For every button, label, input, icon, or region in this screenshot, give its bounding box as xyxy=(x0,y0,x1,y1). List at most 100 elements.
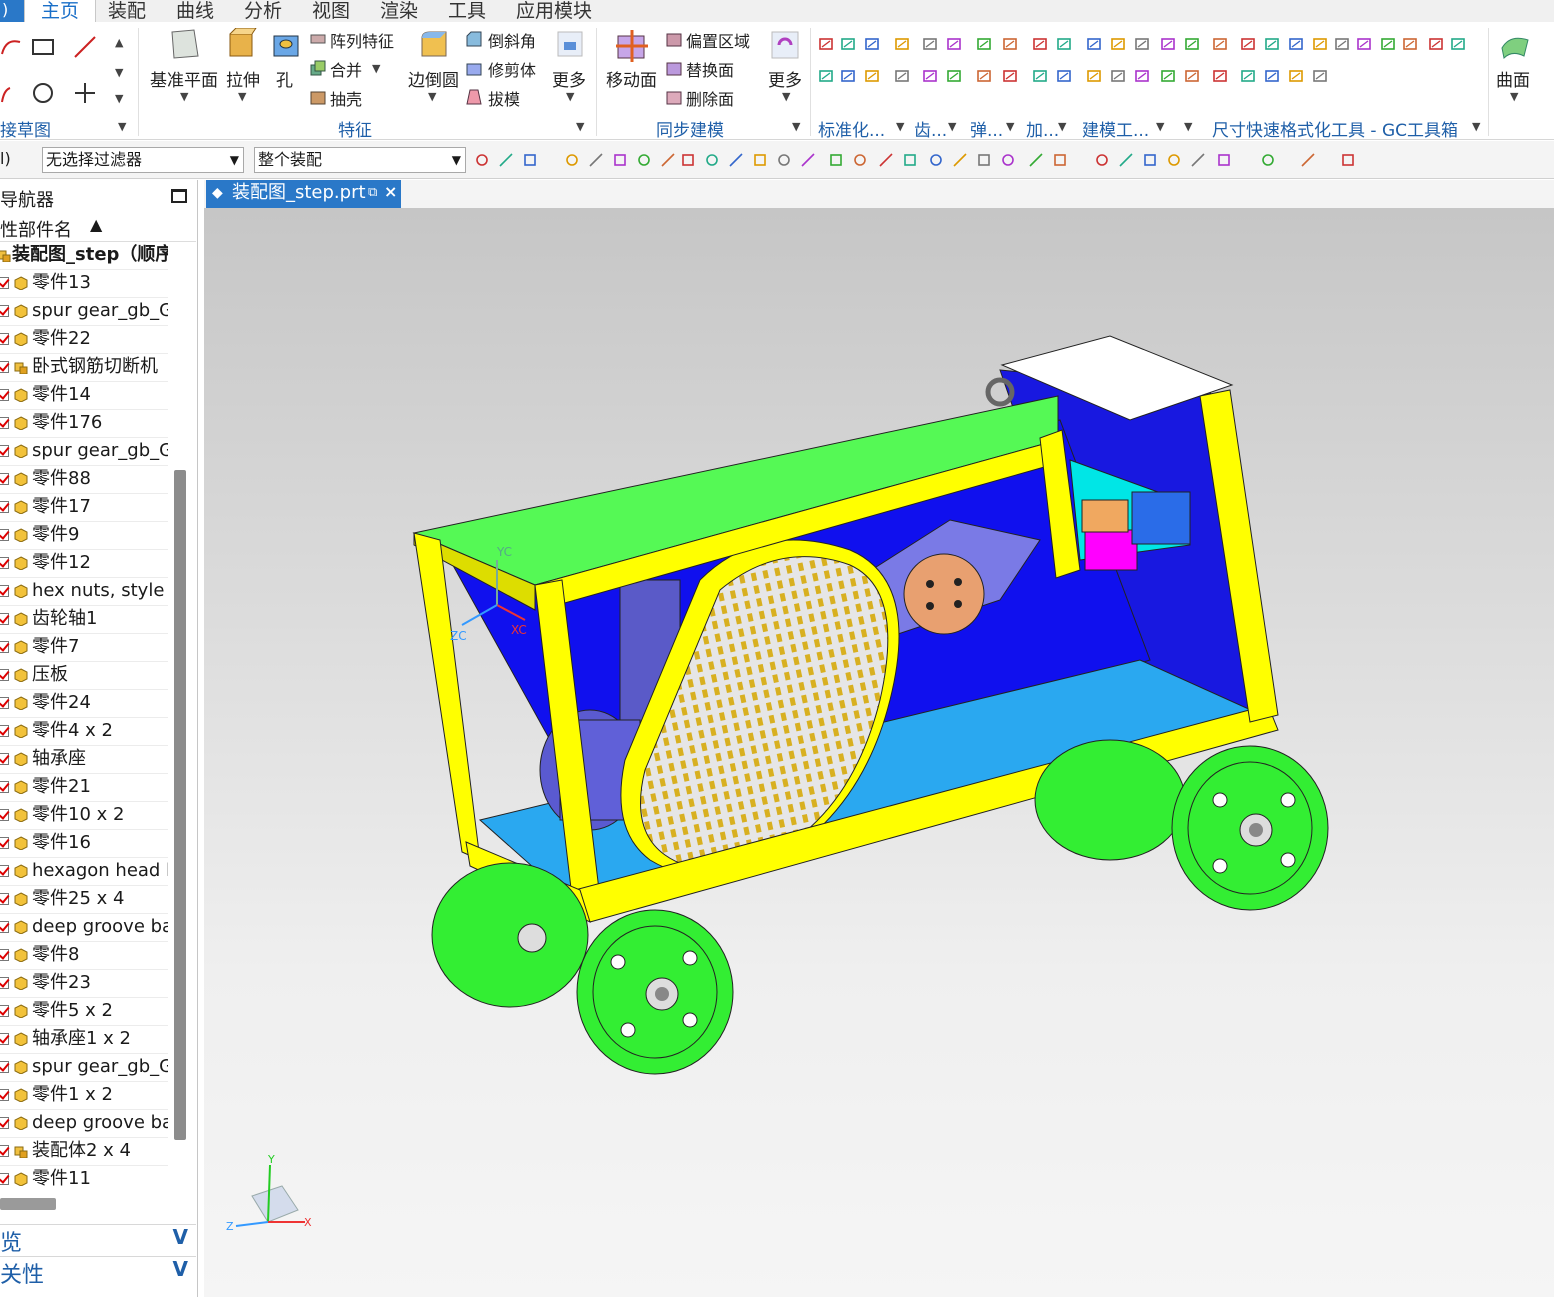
menu-applications[interactable]: 应用模块 xyxy=(516,0,592,22)
visibility-checkbox[interactable] xyxy=(0,893,9,905)
snap-point-icon[interactable] xyxy=(1190,152,1206,168)
visibility-checkbox[interactable] xyxy=(0,389,9,401)
snap-point-icon[interactable] xyxy=(1260,152,1276,168)
gc-tool-icon[interactable] xyxy=(1160,36,1176,52)
arc-icon[interactable] xyxy=(0,34,26,60)
snap-point-icon[interactable] xyxy=(1094,152,1110,168)
dropdown-icon[interactable]: ▼ xyxy=(428,90,436,103)
visibility-checkbox[interactable] xyxy=(0,725,9,737)
tree-row[interactable]: spur gear_gb_G xyxy=(0,298,168,326)
visibility-checkbox[interactable] xyxy=(0,669,9,681)
gc-tool-icon[interactable] xyxy=(1312,36,1328,52)
group-dropdown-icon[interactable]: ▼ xyxy=(1156,120,1164,133)
menu-assembly[interactable]: 装配 xyxy=(108,0,146,22)
gc-tool-icon[interactable] xyxy=(1160,68,1176,84)
arc2-icon[interactable] xyxy=(0,80,26,106)
dependencies-section[interactable]: 关性 V xyxy=(0,1256,196,1288)
gc-tool-icon[interactable] xyxy=(1032,36,1048,52)
unite-button[interactable]: 合并 xyxy=(330,57,362,81)
visibility-checkbox[interactable] xyxy=(0,837,9,849)
visibility-checkbox[interactable] xyxy=(0,1173,9,1185)
visibility-checkbox[interactable] xyxy=(0,1145,9,1157)
hole-button[interactable]: 孔 xyxy=(276,66,293,91)
chevron-down-icon[interactable]: V xyxy=(173,1225,188,1249)
tree-root[interactable]: 装配图_step（顺序 xyxy=(0,242,168,270)
gc-tool-icon[interactable] xyxy=(1212,36,1228,52)
snap-point-icon[interactable] xyxy=(1000,152,1016,168)
snap-point-icon[interactable] xyxy=(852,152,868,168)
snap-point-icon[interactable] xyxy=(1142,152,1158,168)
tree-row[interactable]: hexagon head b xyxy=(0,858,168,886)
tree-row[interactable]: 零件10 x 2 xyxy=(0,802,168,830)
close-icon[interactable]: × xyxy=(384,179,397,205)
more-sync-icon[interactable] xyxy=(770,30,800,60)
gc-tool-icon[interactable] xyxy=(1002,68,1018,84)
visibility-checkbox[interactable] xyxy=(0,417,9,429)
dropdown-icon[interactable]: ▼ xyxy=(238,90,246,103)
dropdown-icon[interactable]: ▼ xyxy=(115,66,123,79)
tree-row[interactable]: 装配体2 x 4 xyxy=(0,1138,168,1166)
point-icon[interactable] xyxy=(72,80,98,106)
gc-tool-icon[interactable] xyxy=(922,68,938,84)
pattern-feature-button[interactable]: 阵列特征 xyxy=(330,28,394,52)
snap-point-icon[interactable] xyxy=(588,152,604,168)
vertical-scrollbar[interactable] xyxy=(174,470,186,1140)
visibility-checkbox[interactable] xyxy=(0,333,9,345)
visibility-checkbox[interactable] xyxy=(0,781,9,793)
gc-tool-icon[interactable] xyxy=(1312,68,1328,84)
visibility-checkbox[interactable] xyxy=(0,753,9,765)
gc-tool-icon[interactable] xyxy=(894,68,910,84)
dropdown-icon[interactable]: ▼ xyxy=(180,90,188,103)
snap-point-icon[interactable] xyxy=(564,152,580,168)
tree-row[interactable]: 零件12 xyxy=(0,550,168,578)
gc-tool-icon[interactable] xyxy=(840,36,856,52)
visibility-checkbox[interactable] xyxy=(0,1061,9,1073)
gc-tool-icon[interactable] xyxy=(1184,68,1200,84)
surface-icon[interactable] xyxy=(1500,30,1530,60)
tree-row[interactable]: 零件11 xyxy=(0,1166,168,1192)
snap-point-icon[interactable] xyxy=(928,152,944,168)
menu-render[interactable]: 渲染 xyxy=(380,0,418,22)
chevron-down-icon[interactable]: V xyxy=(173,1257,188,1281)
gc-tool-icon[interactable] xyxy=(922,36,938,52)
gc-tool-icon[interactable] xyxy=(1428,36,1444,52)
snap-point-icon[interactable] xyxy=(474,152,490,168)
visibility-checkbox[interactable] xyxy=(0,921,9,933)
gc-tool-icon[interactable] xyxy=(1402,36,1418,52)
visibility-checkbox[interactable] xyxy=(0,697,9,709)
group-dropdown-icon[interactable]: ▼ xyxy=(948,120,956,133)
visibility-checkbox[interactable] xyxy=(0,473,9,485)
gc-tool-icon[interactable] xyxy=(1086,68,1102,84)
gc-tool-icon[interactable] xyxy=(1110,36,1126,52)
visibility-checkbox[interactable] xyxy=(0,949,9,961)
gc-tool-icon[interactable] xyxy=(864,36,880,52)
snap-point-icon[interactable] xyxy=(752,152,768,168)
group-dropdown-icon[interactable]: ▼ xyxy=(1472,120,1480,133)
tree-row[interactable]: 零件21 xyxy=(0,774,168,802)
snap-point-icon[interactable] xyxy=(1216,152,1232,168)
visibility-checkbox[interactable] xyxy=(0,585,9,597)
rectangle-icon[interactable] xyxy=(30,34,56,60)
snap-point-icon[interactable] xyxy=(800,152,816,168)
tree-row[interactable]: 零件23 xyxy=(0,970,168,998)
datum-plane-icon[interactable] xyxy=(170,28,200,60)
snap-point-icon[interactable] xyxy=(636,152,652,168)
tree-row[interactable]: 零件176 xyxy=(0,410,168,438)
move-face-button[interactable]: 移动面 xyxy=(606,66,657,91)
extrude-icon[interactable] xyxy=(226,28,258,60)
gc-tool-icon[interactable] xyxy=(1450,36,1466,52)
dropdown-icon[interactable]: ▼ xyxy=(1510,90,1518,103)
visibility-checkbox[interactable] xyxy=(0,501,9,513)
visibility-checkbox[interactable] xyxy=(0,1033,9,1045)
tree-row[interactable]: deep groove ba xyxy=(0,1110,168,1138)
snap-point-icon[interactable] xyxy=(728,152,744,168)
group-dropdown-icon[interactable]: ▼ xyxy=(118,120,126,133)
snap-point-icon[interactable] xyxy=(498,152,514,168)
gc-tool-icon[interactable] xyxy=(1288,36,1304,52)
selection-scope-select[interactable]: 整个装配 ▼ xyxy=(254,147,466,173)
tree-row[interactable]: 零件24 xyxy=(0,690,168,718)
tree-row[interactable]: 零件25 x 4 xyxy=(0,886,168,914)
edge-blend-icon[interactable] xyxy=(418,28,450,60)
gc-tool-icon[interactable] xyxy=(1134,68,1150,84)
snap-point-icon[interactable] xyxy=(704,152,720,168)
